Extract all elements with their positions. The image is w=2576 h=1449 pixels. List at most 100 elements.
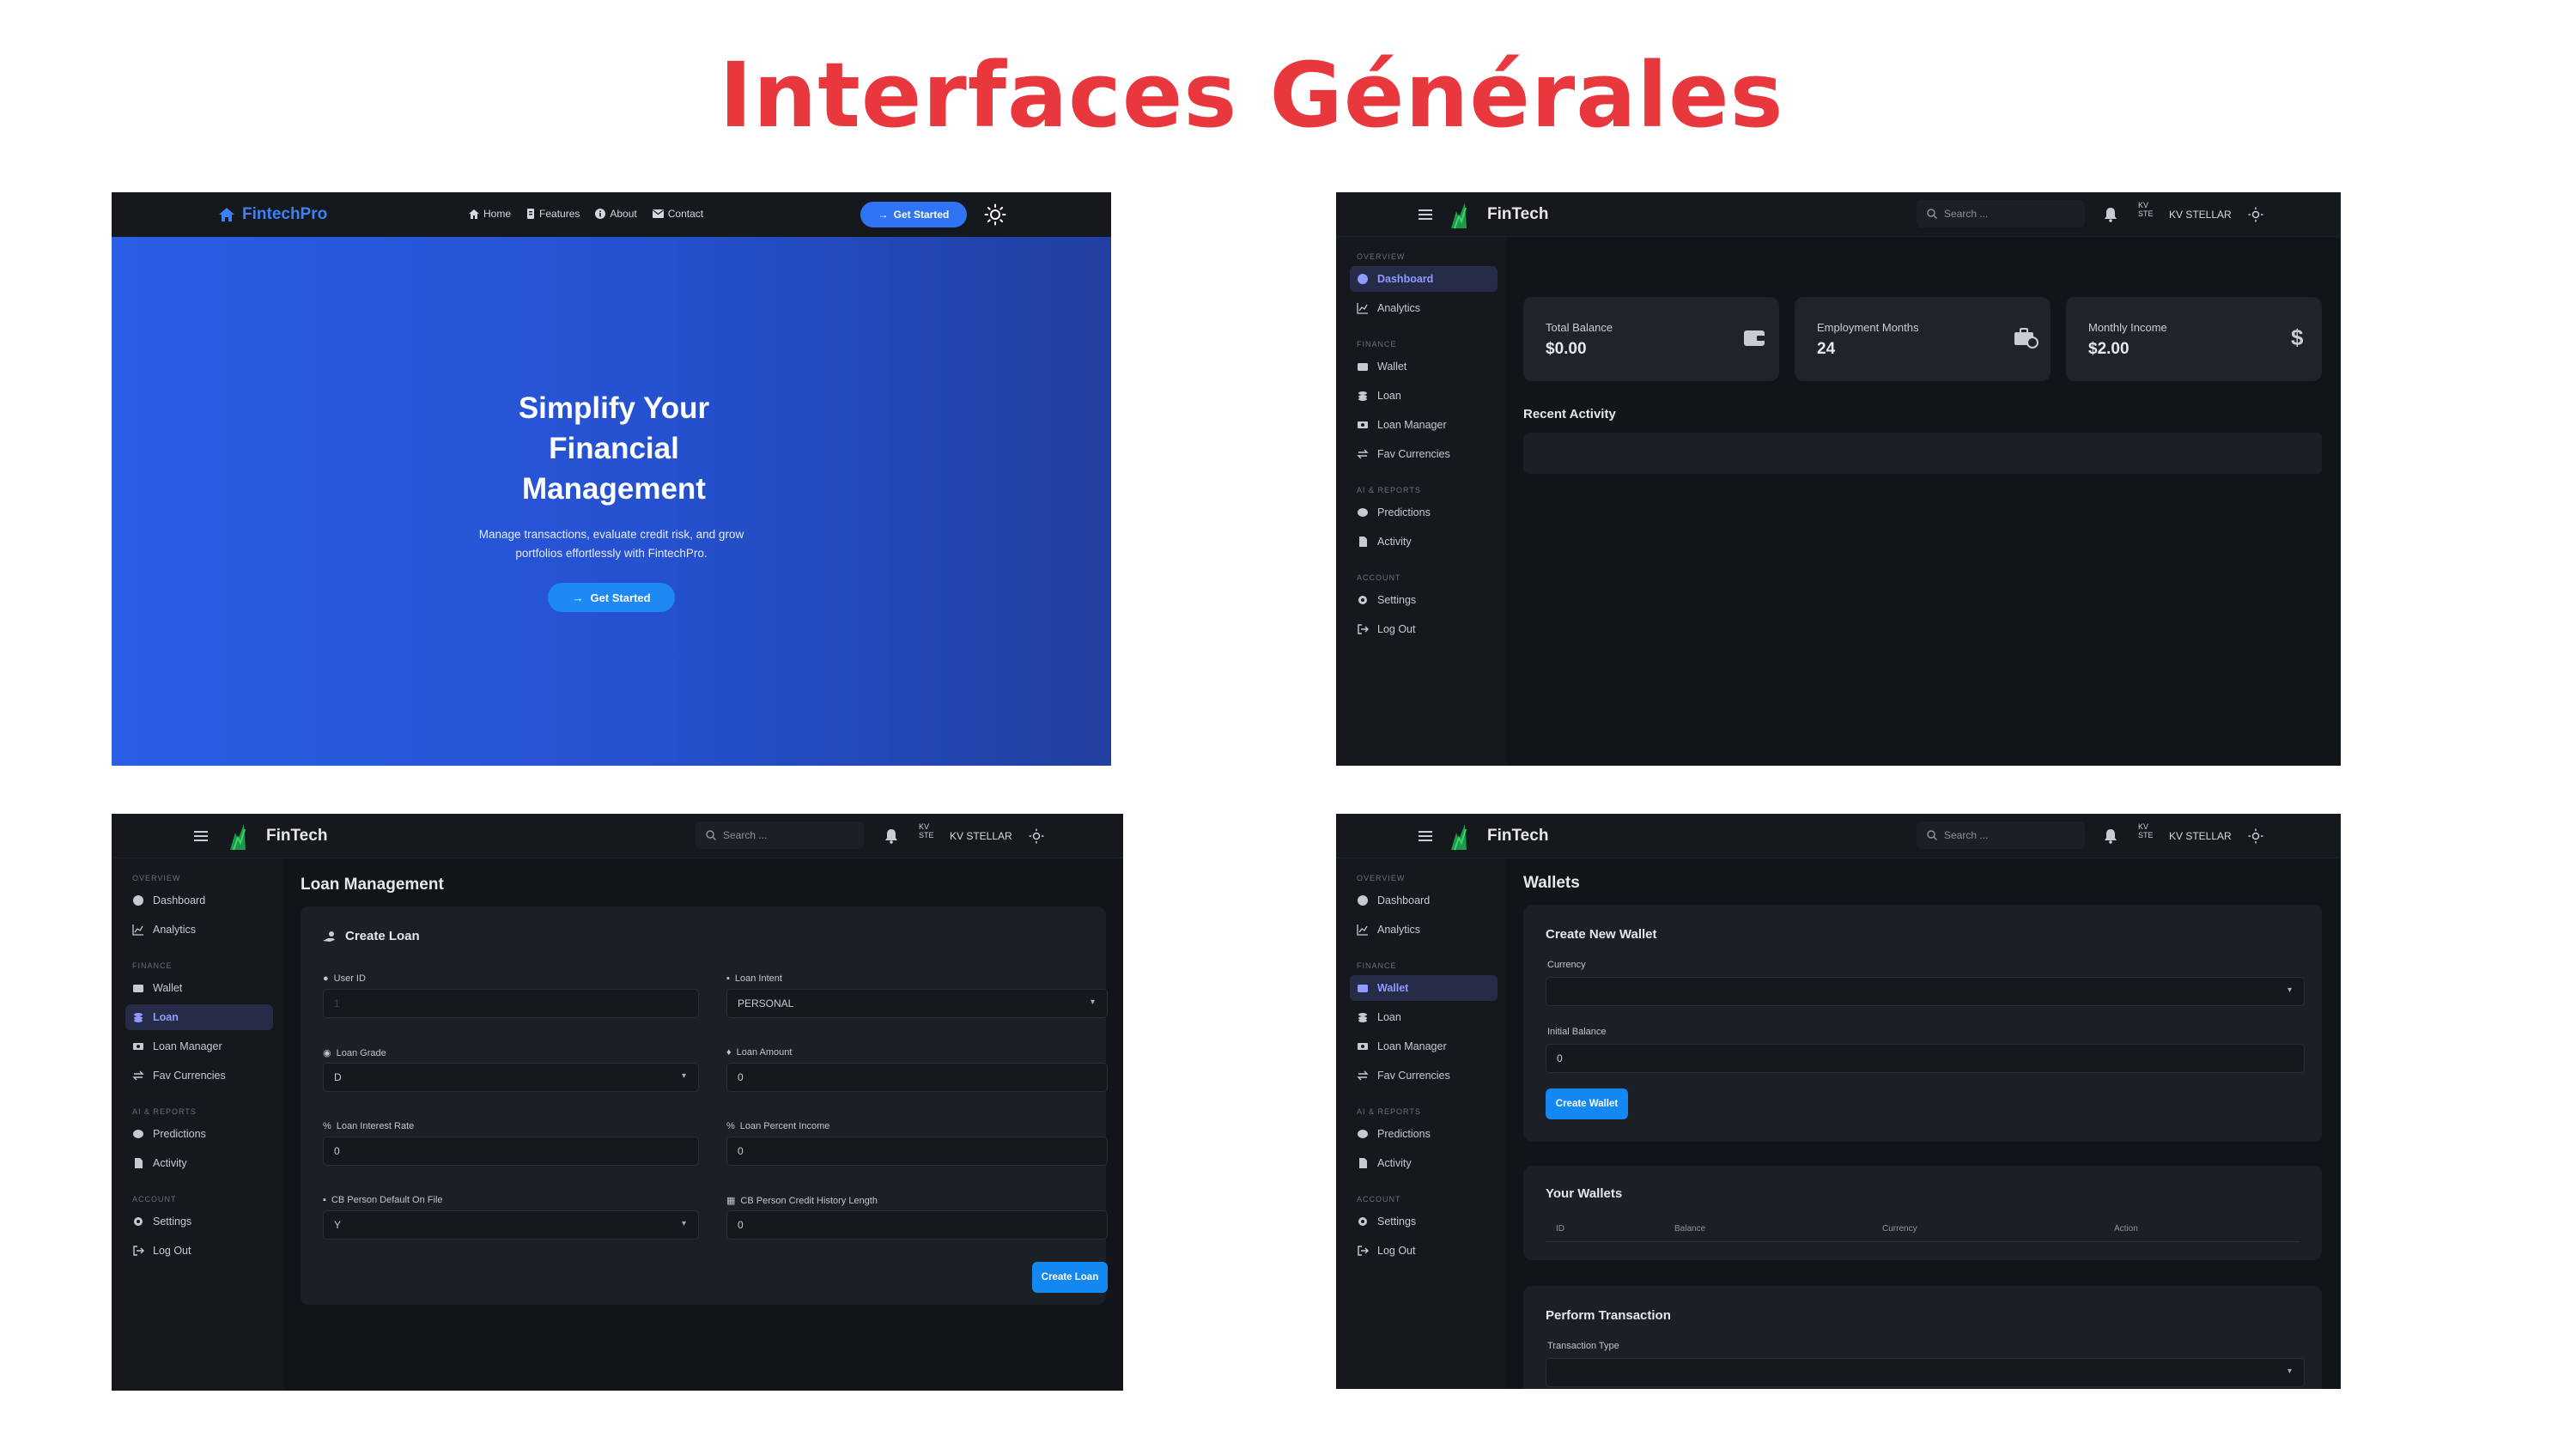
- navbar-get-started-button[interactable]: → Get Started: [860, 202, 967, 227]
- sidebar-item-loan[interactable]: Loan: [1350, 383, 1498, 409]
- loan-grade-value: D: [334, 1071, 342, 1083]
- sidebar-item-dashboard[interactable]: Dashboard: [1350, 266, 1498, 292]
- sidebar-item-predictions[interactable]: Predictions: [1350, 500, 1498, 525]
- theme-toggle-sun-icon[interactable]: [984, 203, 1006, 226]
- avatar[interactable]: KV STE: [2138, 201, 2164, 227]
- hero-get-started-button[interactable]: → Get Started: [548, 583, 675, 612]
- sidebar-item-wallet[interactable]: Wallet: [1350, 975, 1498, 1001]
- sidebar-item-wallet[interactable]: Wallet: [125, 975, 273, 1001]
- hero-subtitle-line-1: Manage transactions, evaluate credit ris…: [478, 528, 744, 541]
- sidebar-item-settings[interactable]: Settings: [1350, 1209, 1498, 1234]
- home-logo-icon: [219, 208, 234, 221]
- mail-icon: [652, 209, 664, 218]
- money-bill-icon: [1358, 1043, 1368, 1050]
- field-label-cb-history: ▦ CB Person Credit History Length: [726, 1195, 878, 1207]
- sidebar-item-logout[interactable]: Log Out: [125, 1238, 273, 1264]
- cb-history-input[interactable]: 0: [726, 1210, 1108, 1240]
- theme-toggle-sun-icon[interactable]: [2248, 828, 2263, 844]
- user-id-input[interactable]: 1: [323, 989, 699, 1018]
- landing-screenshot: FintechPro Home Features About Contact →…: [112, 192, 1111, 766]
- sidebar-item-wallet-label: Wallet: [1377, 361, 1407, 373]
- sidebar: OVERVIEW Dashboard Analytics FINANCE Wal…: [1336, 858, 1506, 1389]
- sidebar-item-settings[interactable]: Settings: [1350, 587, 1498, 613]
- nav-contact[interactable]: Contact: [652, 208, 704, 220]
- sidebar-item-activity[interactable]: Activity: [1350, 529, 1498, 555]
- transaction-type-select[interactable]: ▾: [1546, 1358, 2305, 1387]
- theme-toggle-sun-icon[interactable]: [2248, 207, 2263, 222]
- user-icon: ●: [323, 973, 329, 984]
- loan-amount-input[interactable]: 0: [726, 1063, 1108, 1092]
- sidebar-item-analytics[interactable]: Analytics: [125, 917, 273, 943]
- coins-icon: [1358, 391, 1367, 401]
- currency-select[interactable]: ▾: [1546, 977, 2305, 1006]
- avatar-text-line-1: KV: [2138, 822, 2149, 831]
- loan-intent-select[interactable]: PERSONAL ▾: [726, 989, 1108, 1018]
- menu-icon[interactable]: [1419, 828, 1432, 845]
- sidebar-item-logout[interactable]: Log Out: [1350, 1238, 1498, 1264]
- chevron-down-icon: ▾: [681, 1219, 686, 1228]
- avatar[interactable]: KV STE: [919, 822, 945, 848]
- chart-line-icon: [1357, 925, 1368, 936]
- sidebar-item-wallet[interactable]: Wallet: [1350, 354, 1498, 379]
- nav-home[interactable]: Home: [469, 208, 511, 220]
- sidebar-item-activity[interactable]: Activity: [125, 1150, 273, 1176]
- loan-interest-rate-input[interactable]: 0: [323, 1137, 699, 1166]
- sidebar-item-loan[interactable]: Loan: [1350, 1004, 1498, 1030]
- sidebar-item-settings-label: Settings: [1377, 594, 1417, 606]
- loan-percent-income-value: 0: [738, 1145, 744, 1157]
- sidebar-item-analytics-label: Analytics: [1377, 924, 1421, 936]
- sidebar-item-loan-manager[interactable]: Loan Manager: [125, 1034, 273, 1059]
- sidebar-item-fav-currencies[interactable]: Fav Currencies: [125, 1063, 273, 1088]
- search-input[interactable]: Search ...: [1917, 200, 2085, 227]
- wallet-icon: [1744, 330, 1765, 346]
- sidebar-section-account: ACCOUNT: [1357, 573, 1401, 582]
- nav-features[interactable]: Features: [526, 208, 580, 220]
- search-icon: [706, 830, 716, 840]
- coins-icon: [134, 1013, 143, 1022]
- initial-balance-input[interactable]: 0: [1546, 1044, 2305, 1073]
- sidebar-item-loan[interactable]: Loan: [125, 1004, 273, 1030]
- theme-toggle-sun-icon[interactable]: [1029, 828, 1044, 844]
- field-label-loan-interest-rate: % Loan Interest Rate: [323, 1121, 414, 1131]
- sidebar-item-activity[interactable]: Activity: [1350, 1150, 1498, 1176]
- menu-icon[interactable]: [1419, 206, 1432, 223]
- column-header-action: Action: [2114, 1224, 2138, 1234]
- menu-icon[interactable]: [194, 828, 208, 845]
- sidebar-item-loan-manager-label: Loan Manager: [1377, 419, 1447, 431]
- sidebar-item-logout[interactable]: Log Out: [1350, 616, 1498, 642]
- hero-title: Simplify Your Financial Management: [112, 388, 1111, 509]
- nav-contact-label: Contact: [667, 208, 704, 220]
- cb-default-select[interactable]: Y ▾: [323, 1210, 699, 1240]
- sidebar-item-settings[interactable]: Settings: [125, 1209, 273, 1234]
- sidebar-item-predictions[interactable]: Predictions: [1350, 1121, 1498, 1147]
- create-loan-button[interactable]: Create Loan: [1032, 1262, 1108, 1293]
- wallet-icon: [133, 985, 143, 992]
- sidebar-item-loan-manager[interactable]: Loan Manager: [1350, 1034, 1498, 1059]
- sidebar-item-analytics[interactable]: Analytics: [1350, 295, 1498, 321]
- sidebar-item-analytics[interactable]: Analytics: [1350, 917, 1498, 943]
- logout-icon: [1358, 1246, 1369, 1256]
- landing-brand[interactable]: FintechPro: [218, 205, 327, 224]
- sidebar-item-fav-currencies[interactable]: Fav Currencies: [1350, 441, 1498, 467]
- bell-icon[interactable]: [2104, 828, 2117, 844]
- sidebar-item-dashboard[interactable]: Dashboard: [1350, 888, 1498, 913]
- loan-amount-value: 0: [738, 1071, 744, 1083]
- sidebar-item-predictions-label: Predictions: [1377, 1128, 1431, 1140]
- loan-grade-select[interactable]: D ▾: [323, 1063, 699, 1092]
- search-input[interactable]: Search ...: [696, 822, 864, 849]
- sidebar-section-overview: OVERVIEW: [132, 874, 181, 882]
- create-wallet-button[interactable]: Create Wallet: [1546, 1088, 1628, 1119]
- sidebar-item-fav-currencies[interactable]: Fav Currencies: [1350, 1063, 1498, 1088]
- avatar[interactable]: KV STE: [2138, 822, 2164, 848]
- loan-percent-income-input[interactable]: 0: [726, 1137, 1108, 1166]
- sidebar-item-predictions[interactable]: Predictions: [125, 1121, 273, 1147]
- bell-icon[interactable]: [2104, 207, 2117, 222]
- sidebar-item-loan-manager[interactable]: Loan Manager: [1350, 412, 1498, 438]
- bell-icon[interactable]: [884, 828, 898, 844]
- nav-about[interactable]: About: [595, 208, 637, 220]
- briefcase-clock-icon: [2014, 328, 2038, 349]
- recent-activity-list: [1523, 433, 2322, 474]
- search-input[interactable]: Search ...: [1917, 822, 2085, 849]
- cb-history-value: 0: [738, 1219, 744, 1231]
- sidebar-item-dashboard[interactable]: Dashboard: [125, 888, 273, 913]
